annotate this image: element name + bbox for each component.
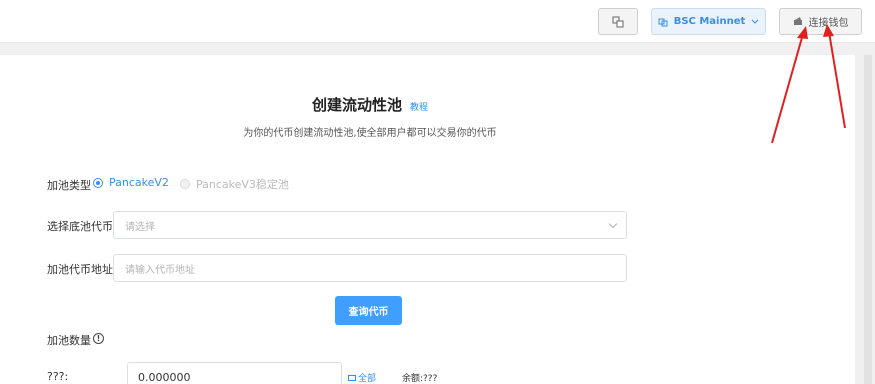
- page-background: [0, 43, 875, 55]
- radio-label: PancakeV2: [109, 176, 169, 189]
- all-link-label: 全部: [358, 374, 377, 384]
- scrollbar[interactable]: [864, 55, 872, 384]
- network-icon: [658, 18, 668, 26]
- amount-label: 加池数量: [47, 334, 91, 347]
- info-icon[interactable]: !: [93, 333, 104, 344]
- page-title: 创建流动性池: [311, 96, 402, 114]
- pool-type-label: 加池类型: [47, 179, 91, 192]
- top-navbar: BSC Mainnet 连接钱包: [0, 0, 875, 43]
- wallet-icon: [793, 17, 802, 25]
- language-translate-icon: [612, 16, 624, 27]
- tutorial-link[interactable]: 教程: [410, 100, 428, 113]
- annotation-arrows: [771, 24, 846, 144]
- base-token-label: 选择底池代币: [47, 220, 113, 233]
- token-address-placeholder: 请输入代币地址: [125, 264, 195, 276]
- base-token-placeholder: 请选择: [125, 221, 155, 233]
- connect-wallet-button[interactable]: 连接钱包: [779, 8, 862, 35]
- network-label: BSC Mainnet: [673, 16, 746, 27]
- connect-wallet-label: 连接钱包: [808, 18, 849, 29]
- page-subtitle: 为你的代币创建流动性池,使全部用户都可以交易你的代币: [243, 128, 497, 139]
- network-selector[interactable]: BSC Mainnet: [651, 8, 766, 35]
- chevron-down-icon: [608, 219, 618, 229]
- radio-label: PancakeV3稳定池: [196, 178, 289, 191]
- balance-text: 余额:???: [402, 374, 438, 384]
- radio-checked-icon: [93, 177, 103, 188]
- token-address-input[interactable]: 请输入代币地址: [113, 254, 627, 282]
- radio-unchecked-icon: [180, 179, 190, 189]
- language-button[interactable]: [598, 8, 638, 35]
- amount-row-label: ???:: [47, 370, 69, 383]
- radio-pancakev2[interactable]: PancakeV2: [93, 176, 169, 189]
- page-heading: 创建流动性池 教程: [0, 94, 740, 115]
- radio-pancakev3-stable[interactable]: PancakeV3稳定池: [180, 176, 289, 192]
- base-token-select[interactable]: 请选择: [113, 211, 627, 239]
- chevron-down-icon: [751, 19, 759, 24]
- query-token-button[interactable]: 查询代币: [335, 296, 402, 325]
- folder-icon: [348, 375, 356, 381]
- amount-input[interactable]: 0.000000: [127, 362, 342, 384]
- token-address-label: 加池代币地址: [47, 263, 113, 276]
- all-amount-link[interactable]: 全部: [348, 371, 376, 384]
